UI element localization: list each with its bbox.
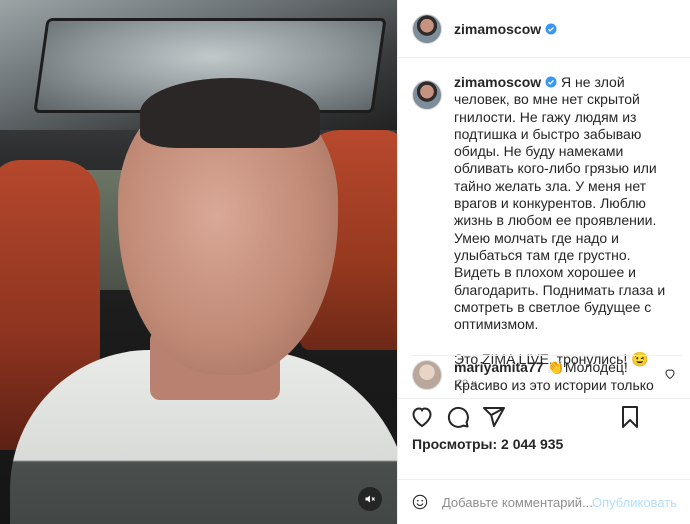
header-username[interactable]: zimamoscow [454,21,541,37]
heart-icon[interactable] [410,405,434,429]
volume-muted-icon [365,495,375,503]
mute-button[interactable] [358,487,382,511]
list-item: mariyamita77 👏Молодец! Красиво из это ис… [412,358,682,394]
verified-badge-icon [545,23,557,34]
comment-text: mariyamita77 👏Молодец! Красиво из это ис… [454,358,654,394]
views-count: Просмотры: 2 044 935 [412,436,564,452]
caption-username[interactable]: zimamoscow [454,74,541,90]
share-icon[interactable] [482,405,506,429]
commenter-username[interactable]: mariyamita77 [454,359,544,375]
add-comment-bar: Опубликовать [398,479,690,524]
caption-avatar[interactable] [412,80,442,110]
person-hair [140,78,320,148]
caption-body: Я не злой человек, во мне нет скрытой гн… [454,74,666,333]
action-bar [398,398,690,438]
post-video[interactable] [0,0,397,524]
publish-button[interactable]: Опубликовать [592,495,677,510]
post-header: zimamoscow [398,0,690,58]
emoji-icon[interactable] [412,491,428,513]
comment-input[interactable] [441,494,592,510]
comment-like-icon[interactable] [664,368,676,380]
bookmark-icon[interactable] [618,405,642,429]
caption-block: zimamoscow Я не злой человек, во мне нет… [412,74,682,390]
post-sidebar: zimamoscow zimamoscow Я не злой человек,… [397,0,690,524]
comment-icon[interactable] [446,405,470,429]
verified-badge-icon [545,76,557,88]
caption-text: zimamoscow Я не злой человек, во мне нет… [454,74,676,368]
commenter-avatar[interactable] [412,360,442,390]
comment-list: mariyamita77 👏Молодец! Красиво из это ис… [412,355,682,394]
avatar[interactable] [412,13,442,44]
